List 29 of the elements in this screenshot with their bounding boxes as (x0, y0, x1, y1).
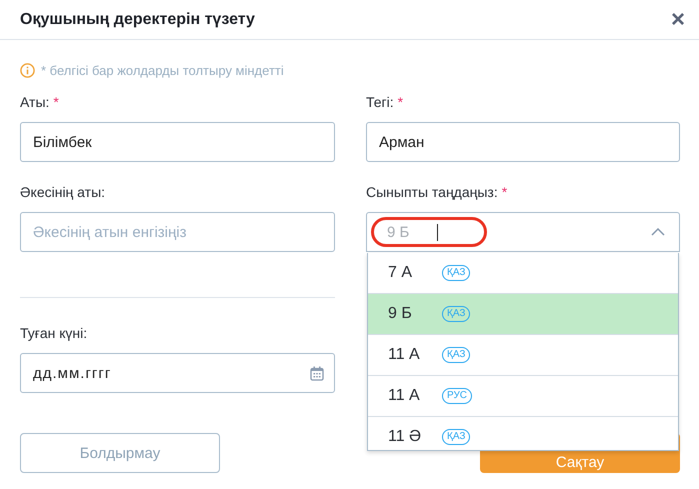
class-option[interactable]: 11 А РУС (368, 376, 678, 417)
required-mark: * (398, 94, 404, 110)
class-option[interactable]: 9 Б ҚАЗ (368, 294, 678, 335)
field-label: Туған күні: (20, 325, 88, 341)
field-label: Сыныпты таңдаңыз: (366, 184, 498, 200)
required-note: * белгісі бар жолдарды толтыру міндетті (41, 62, 284, 78)
dialog-title: Оқушының деректерін түзету (20, 10, 255, 28)
calendar-icon (310, 366, 324, 380)
language-tag: ҚАЗ (442, 429, 470, 445)
required-mark: * (53, 94, 59, 110)
class-option[interactable]: 11 Ә ҚАЗ (368, 417, 678, 450)
info-icon (20, 62, 35, 78)
required-mark: * (502, 184, 508, 200)
language-tag: ҚАЗ (442, 265, 470, 281)
field-label: Аты: (20, 94, 50, 110)
language-tag: РУС (442, 388, 472, 404)
select-placeholder: 9 Б (387, 224, 410, 240)
date-field[interactable]: дд.мм.гггг (20, 353, 335, 393)
field-label: Әкесінің аты: (20, 184, 106, 200)
caret-icon (651, 228, 665, 236)
language-tag: ҚАЗ (442, 347, 470, 363)
class-option[interactable]: 7 А ҚАЗ (368, 253, 678, 294)
close-button[interactable]: × (670, 8, 685, 32)
text-field[interactable]: Арман (366, 122, 680, 162)
class-option[interactable]: 11 А ҚАЗ (368, 335, 678, 376)
text-field[interactable]: Білімбек (20, 122, 335, 162)
text-field[interactable]: Әкесінің атын енгізіңіз (20, 212, 335, 252)
language-tag: ҚАЗ (442, 306, 470, 322)
field-label: Тегі: (366, 94, 394, 110)
